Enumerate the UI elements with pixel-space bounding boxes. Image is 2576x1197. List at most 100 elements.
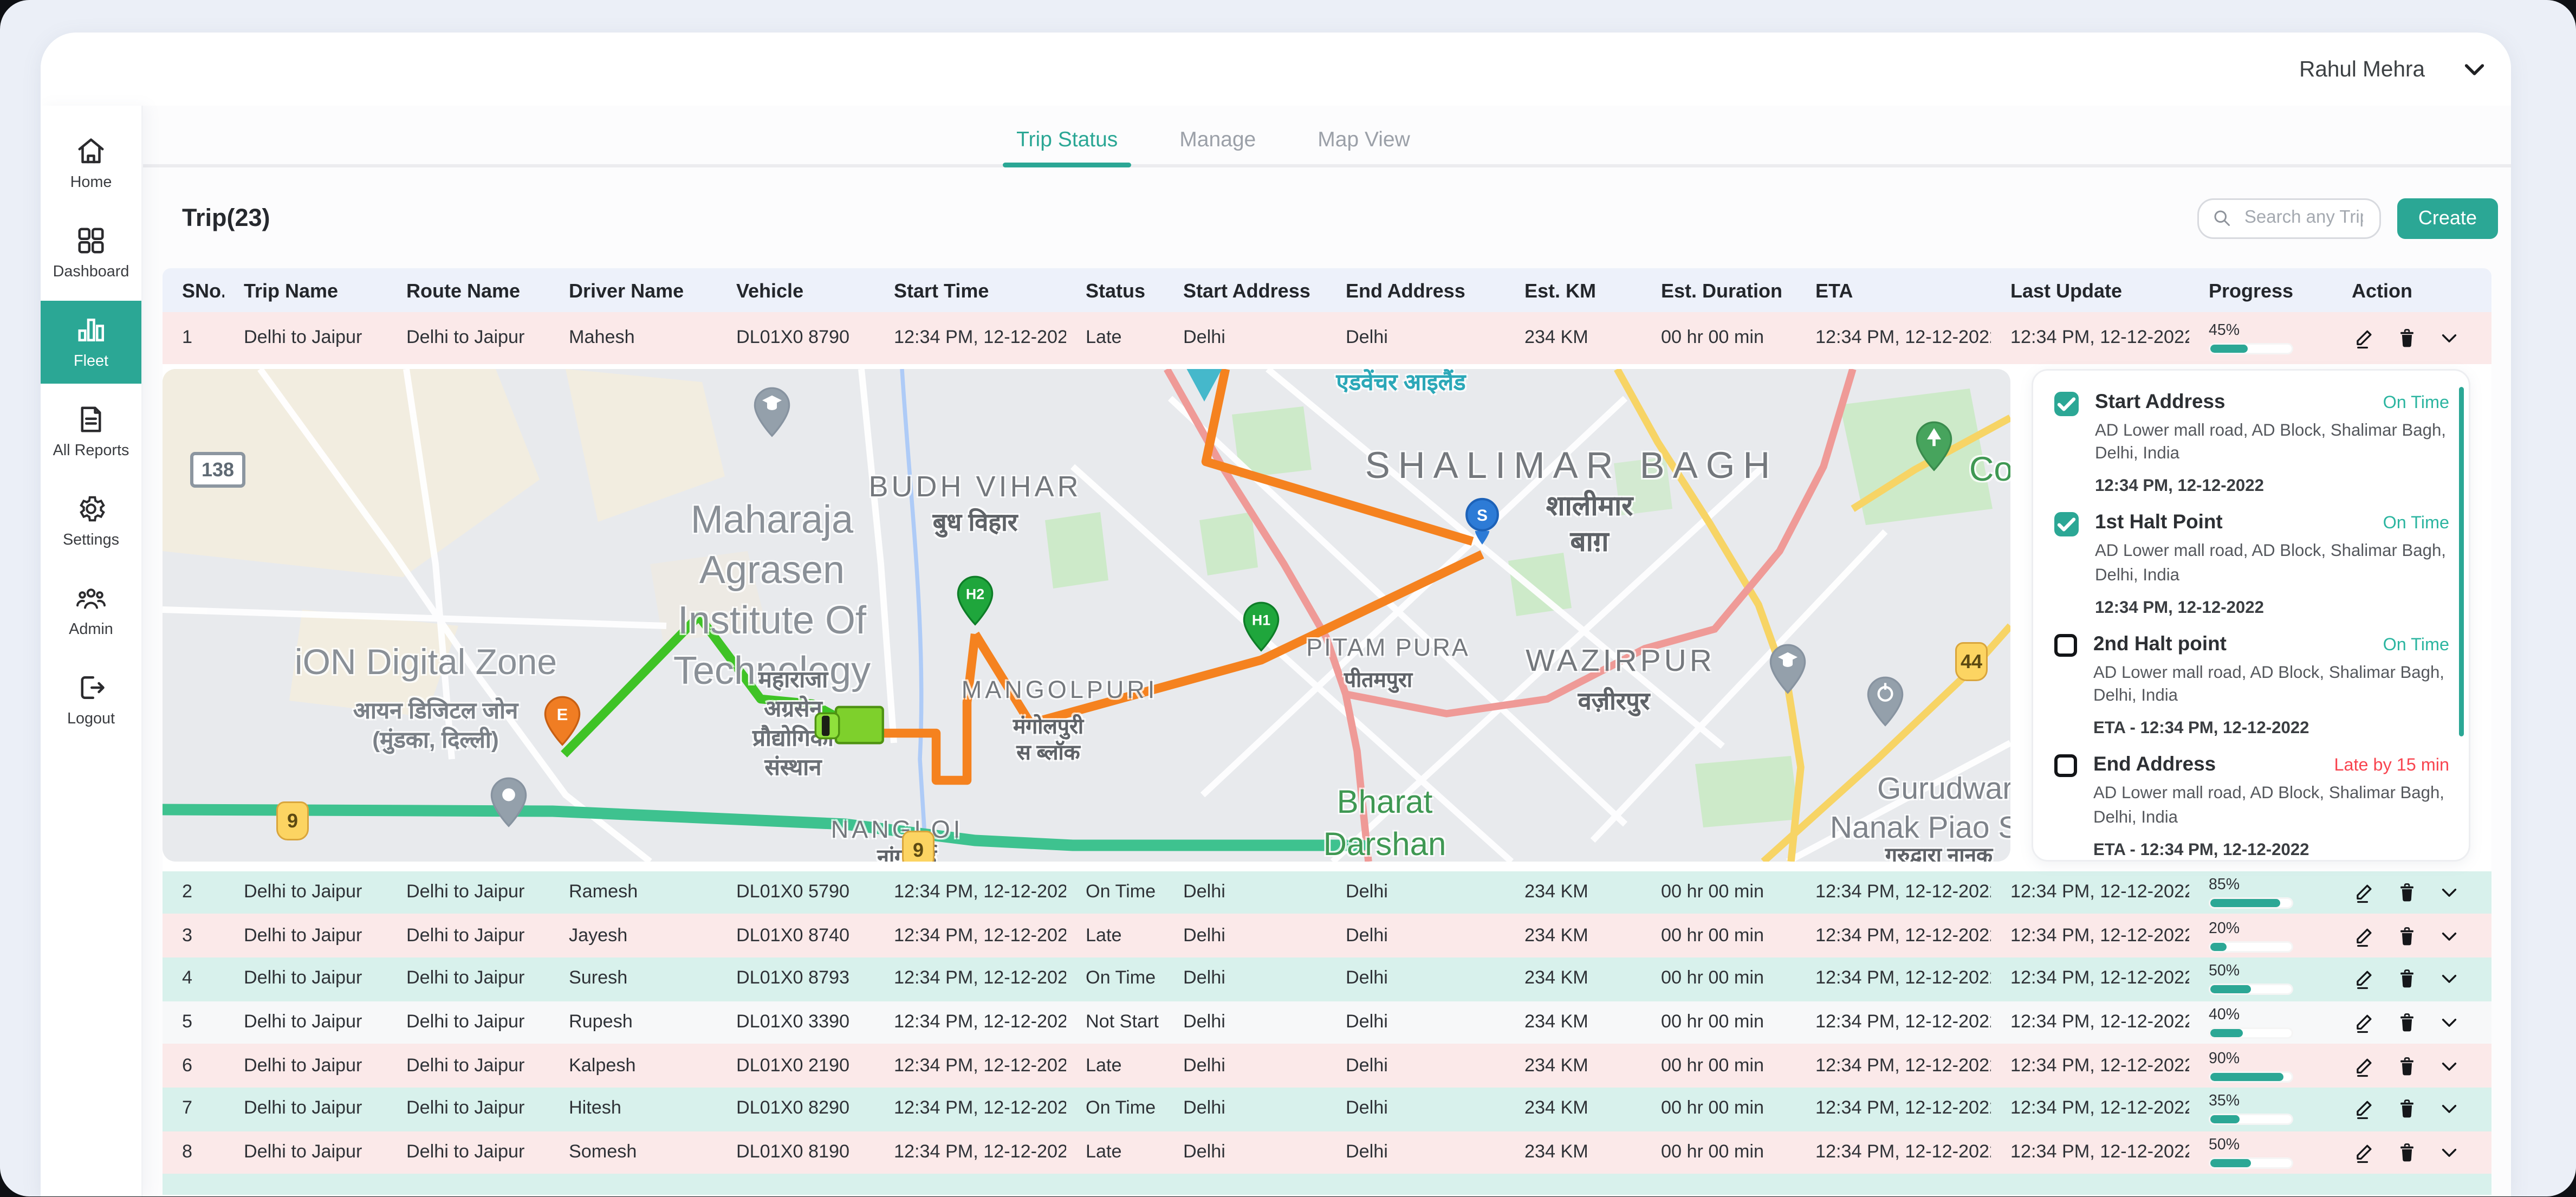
delete-trip-button[interactable]: [2394, 1140, 2418, 1164]
stop-details: End AddressLate by 15 minAD Lower mall r…: [2093, 753, 2449, 859]
action-cell: [2332, 1140, 2491, 1164]
cell-last_update: 12:34 PM, 12-12-2022: [1991, 926, 2189, 946]
water-park-marker: [1183, 368, 1225, 409]
sidebar-item-all-reports[interactable]: All Reports: [41, 390, 141, 473]
checkbox-checked[interactable]: [2054, 391, 2079, 416]
cell-est_km: 234 KM: [1505, 328, 1641, 347]
panel-scrollbar[interactable]: [2458, 386, 2464, 736]
marker-e-end-pin[interactable]: E: [544, 695, 581, 754]
search-input[interactable]: [2241, 206, 2366, 229]
sidebar-item-fleet[interactable]: Fleet: [41, 301, 141, 384]
edit-trip-button[interactable]: [2352, 326, 2376, 350]
progress-bar: [2209, 984, 2293, 995]
cell-route_name: Delhi to Jaipur: [387, 969, 549, 989]
column-header-action: Action: [2332, 279, 2491, 302]
user-menu-chevron-down-icon[interactable]: [2461, 55, 2488, 83]
edit-trip-button[interactable]: [2352, 967, 2376, 991]
table-row[interactable]: 3Delhi to JaipurDelhi to JaipurJayeshDL0…: [163, 914, 2491, 957]
cell-trip_name: Delhi to Jaipur: [224, 1143, 387, 1162]
cell-est_duration: 00 hr 00 min: [1641, 1099, 1796, 1119]
checkbox-checked[interactable]: [2054, 512, 2079, 536]
table-row[interactable]: 2Delhi to JaipurDelhi to JaipurRameshDL0…: [163, 871, 2491, 914]
table-row[interactable]: 7Delhi to JaipurDelhi to JaipurHiteshDL0…: [163, 1088, 2491, 1131]
cell-start_time: 12:34 PM, 12-12-2022: [874, 1099, 1066, 1119]
table-row[interactable]: 5Delhi to JaipurDelhi to JaipurRupeshDL0…: [163, 1001, 2491, 1044]
sidebar-item-settings[interactable]: Settings: [41, 480, 141, 562]
delete-trip-button[interactable]: [2394, 1097, 2418, 1121]
column-header-est_km: Est. KM: [1505, 279, 1641, 302]
expand-row-button[interactable]: [2436, 326, 2461, 350]
edit-trip-button[interactable]: [2352, 1140, 2376, 1164]
expand-row-button[interactable]: [2436, 1097, 2461, 1121]
column-header-end_address: End Address: [1326, 279, 1505, 302]
edit-trip-button[interactable]: [2352, 923, 2376, 948]
expand-row-button[interactable]: [2436, 1010, 2461, 1034]
sidebar-item-label: Dashboard: [53, 263, 129, 281]
progress-bar-fill: [2210, 1029, 2243, 1037]
cell-driver_name: Mahesh: [549, 328, 717, 347]
expand-row-button[interactable]: [2436, 1140, 2461, 1164]
checkbox-unchecked[interactable]: [2054, 754, 2077, 777]
home-icon: [75, 135, 107, 167]
user-name: Rahul Mehra: [2299, 57, 2425, 81]
cell-est_duration: 00 hr 00 min: [1641, 883, 1796, 902]
cell-sno: 1: [163, 328, 224, 347]
edit-trip-button[interactable]: [2352, 880, 2376, 904]
expand-row-button[interactable]: [2436, 1053, 2461, 1078]
table-row[interactable]: 1Delhi to JaipurDelhi to JaipurMaheshDL0…: [163, 312, 2491, 364]
sidebar-item-label: All Reports: [53, 442, 129, 460]
table-row[interactable]: 8Delhi to JaipurDelhi to JaipurSomeshDL0…: [163, 1131, 2491, 1174]
cell-last_update: 12:34 PM, 12-12-2022: [1991, 969, 2189, 989]
action-cell: [2332, 880, 2491, 904]
plain-pin: [490, 777, 528, 835]
edit-trip-button[interactable]: [2352, 1097, 2376, 1121]
delete-trip-button[interactable]: [2394, 326, 2418, 350]
action-cell: [2332, 923, 2491, 948]
sidebar-item-dashboard[interactable]: Dashboard: [41, 211, 141, 294]
delete-trip-button[interactable]: [2394, 1053, 2418, 1078]
sidebar: Home Dashboard Fleet All Reports SettingsAdm…: [41, 106, 143, 1197]
delete-trip-button[interactable]: [2394, 967, 2418, 991]
search-box[interactable]: [2197, 198, 2381, 238]
column-header-progress: Progress: [2189, 279, 2332, 302]
cell-vehicle: DL01X0 8190: [717, 1143, 874, 1162]
tab-manage[interactable]: Manage: [1176, 112, 1259, 164]
sidebar-item-home[interactable]: Home: [41, 122, 141, 205]
edit-trip-button[interactable]: [2352, 1053, 2376, 1078]
progress-value: 40%: [2209, 1006, 2332, 1024]
trip-map[interactable]: एडवेंचर आइलैंडSHALIMAR BAGHशालीमारबाग़Co…: [163, 368, 2010, 861]
delete-trip-button[interactable]: [2394, 1010, 2418, 1034]
tab-map-view[interactable]: Map View: [1314, 112, 1413, 164]
column-header-eta: ETA: [1796, 279, 1991, 302]
progress-bar: [2209, 342, 2293, 354]
cell-eta: 12:34 PM, 12-12-2022: [1796, 883, 1991, 902]
expand-row-button[interactable]: [2436, 967, 2461, 991]
edit-trip-button[interactable]: [2352, 1010, 2376, 1034]
progress-value: 50%: [2209, 1136, 2332, 1154]
cell-start_time: 12:34 PM, 12-12-2022: [874, 883, 1066, 902]
cell-driver_name: Suresh: [549, 969, 717, 989]
marker-h2-halt-pin[interactable]: H2: [957, 575, 994, 633]
marker-s-start-pin[interactable]: S: [1464, 497, 1500, 554]
road-badge: 138: [190, 451, 245, 487]
stop-time: ETA - 12:34 PM, 12-12-2022: [2093, 720, 2449, 738]
delete-trip-button[interactable]: [2394, 880, 2418, 904]
cell-end_address: Delhi: [1326, 926, 1505, 946]
cell-eta: 12:34 PM, 12-12-2022: [1796, 926, 1991, 946]
table-row[interactable]: 4Delhi to JaipurDelhi to JaipurSureshDL0…: [163, 957, 2491, 1001]
expand-row-button[interactable]: [2436, 923, 2461, 948]
progress-bar: [2209, 1027, 2293, 1039]
sidebar-item-admin[interactable]: Admin: [41, 569, 141, 652]
map-base-layers: [163, 368, 2010, 861]
checkbox-unchecked[interactable]: [2054, 633, 2077, 656]
create-button[interactable]: Create: [2397, 198, 2498, 238]
delete-trip-button[interactable]: [2394, 923, 2418, 948]
sidebar-item-logout[interactable]: Logout: [41, 658, 141, 741]
table-row[interactable]: 6Delhi to JaipurDelhi to JaipurKalpeshDL…: [163, 1044, 2491, 1088]
truck[interactable]: [813, 703, 887, 755]
cell-status: On Time: [1066, 1099, 1164, 1119]
expand-row-button[interactable]: [2436, 880, 2461, 904]
cell-end_address: Delhi: [1326, 969, 1505, 989]
marker-h1-halt-pin[interactable]: H1: [1243, 601, 1280, 659]
tab-trip-status[interactable]: Trip Status: [1013, 112, 1121, 164]
